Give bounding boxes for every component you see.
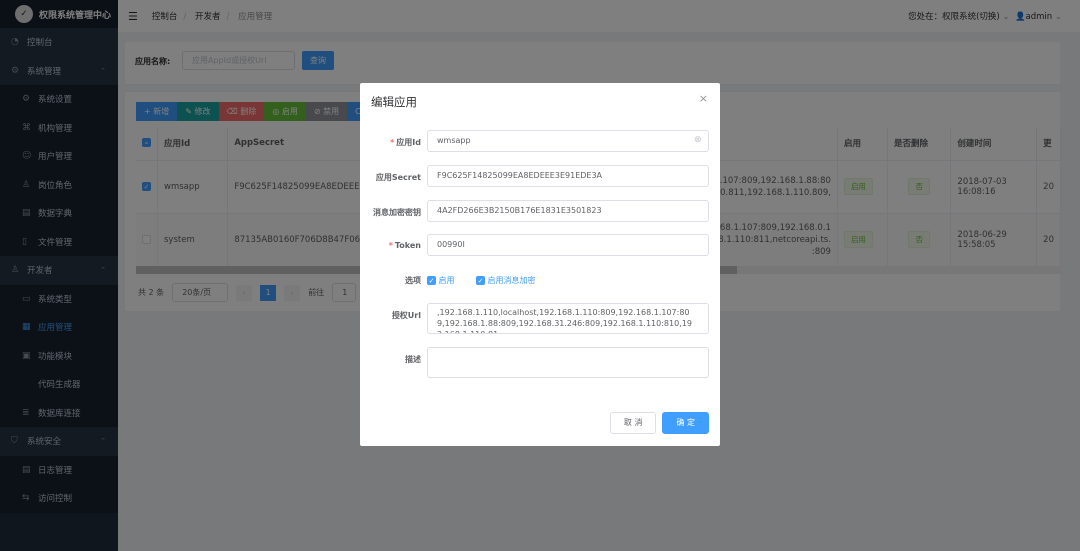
app-id-input[interactable]: wmsapp (427, 130, 709, 152)
cancel-button[interactable]: 取 消 (609, 412, 657, 434)
dialog-title: 编辑应用 (371, 95, 417, 109)
token-label: Token (394, 241, 421, 250)
secret-input[interactable]: F9C625F14825099EA8EDEEE3E91EDE3A (427, 165, 709, 187)
app-id-label: 应用Id (396, 138, 421, 147)
enc-key-input[interactable]: 4A2FD266E3B2150B176E1831E3501823 (427, 200, 709, 222)
close-icon[interactable]: × (699, 92, 708, 105)
encrypt-checkbox[interactable]: ✓ 启用消息加密 (476, 275, 536, 286)
options-label: 选项 (405, 276, 421, 285)
desc-textarea[interactable] (427, 347, 709, 378)
confirm-button[interactable]: 确 定 (662, 412, 709, 434)
edit-app-dialog: 编辑应用 × * 应用Id wmsapp ⊗ 应用Secret F9C625F14825… (360, 83, 720, 446)
secret-label: 应用Secret (375, 173, 421, 182)
auth-url-textarea[interactable]: ,192.168.1.110,localhost,192.168.1.110:8… (427, 303, 709, 334)
enc-key-label: 消息加密密钥 (373, 208, 421, 217)
clear-icon[interactable]: ⊗ (694, 135, 702, 145)
enable-checkbox[interactable]: ✓ 启用 (427, 275, 455, 286)
token-input[interactable]: 00990I (427, 234, 709, 256)
auth-url-label: 授权Url (391, 311, 421, 320)
desc-label: 描述 (405, 355, 421, 364)
